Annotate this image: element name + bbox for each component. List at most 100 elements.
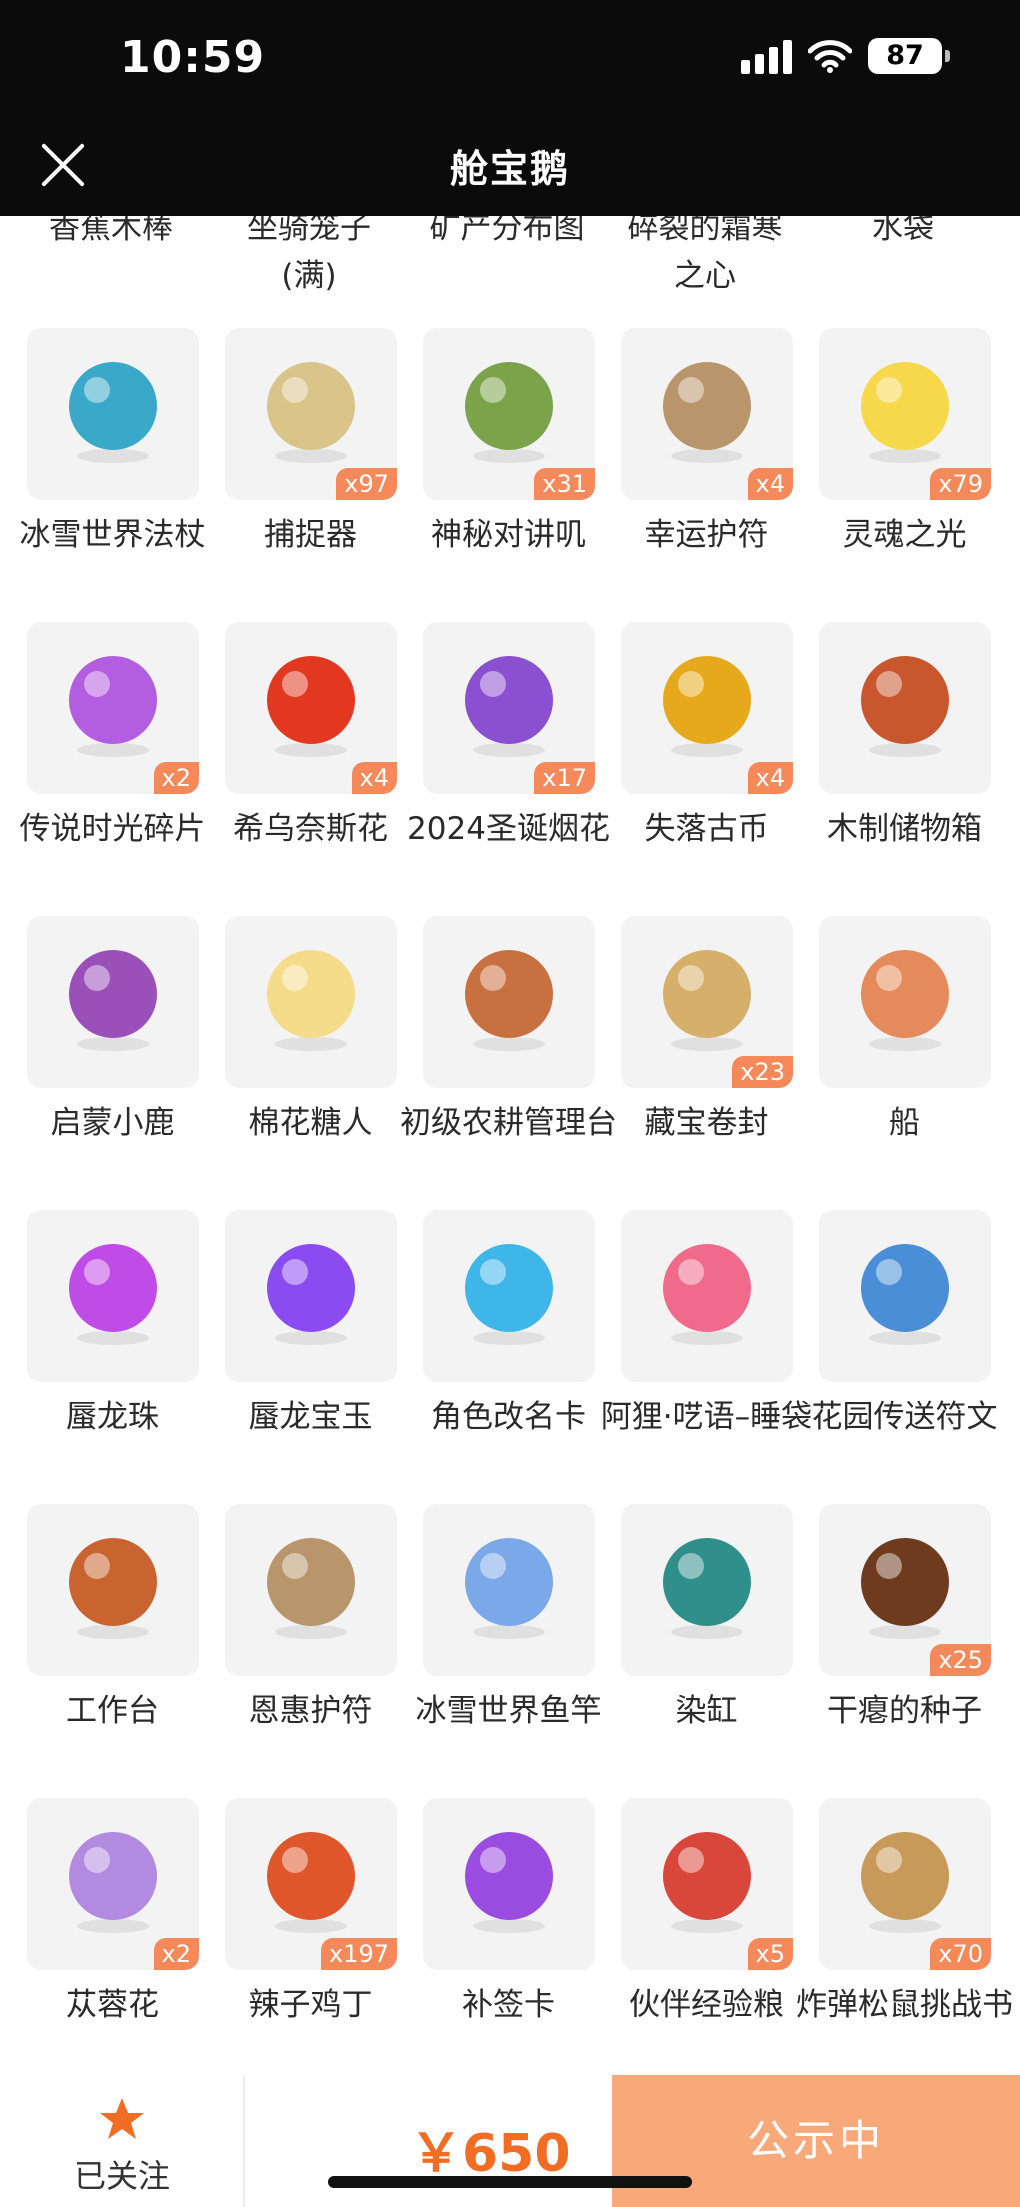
item-thumbnail[interactable]: x70 <box>819 1798 991 1970</box>
follow-button[interactable]: 已关注 <box>0 2075 244 2207</box>
quantity-badge: x17 <box>534 762 595 794</box>
home-indicator <box>328 2176 692 2188</box>
cellular-signal-icon <box>741 38 792 74</box>
page-title: 舱宝鹅 <box>449 147 570 191</box>
item-thumbnail[interactable] <box>819 622 991 794</box>
wanted-poster-icon <box>861 1832 949 1933</box>
item-thumbnail[interactable] <box>423 1210 595 1382</box>
stone-amulet-icon <box>663 362 751 463</box>
status-indicators: 87 <box>741 38 950 74</box>
item-name: 蜃龙宝玉 <box>248 1399 373 1435</box>
item-thumbnail[interactable]: x4 <box>621 328 793 500</box>
item-thumbnail[interactable]: x79 <box>819 328 991 500</box>
item-name: 工作台 <box>66 1693 159 1729</box>
item-name: 灵魂之光 <box>842 517 967 553</box>
star-icon <box>100 2098 144 2139</box>
dried-seed-icon <box>861 1538 949 1639</box>
spicy-chicken-dish-icon <box>267 1832 355 1933</box>
item-thumbnail[interactable] <box>225 1210 397 1382</box>
item-name: 冰雪世界鱼竿 <box>415 1693 602 1729</box>
battery-indicator: 87 <box>868 38 950 74</box>
quantity-badge: x97 <box>336 468 397 500</box>
item-name: 启蒙小鹿 <box>50 1105 175 1141</box>
item-thumbnail[interactable]: x2 <box>27 622 199 794</box>
item-thumbnail[interactable]: x4 <box>225 622 397 794</box>
item-name: 辣子鸡丁 <box>248 1987 373 2023</box>
quantity-badge: x2 <box>153 762 199 794</box>
item-name: 炸弹松鼠挑战书 <box>796 1987 1013 2023</box>
quantity-badge: x25 <box>930 1644 991 1676</box>
puzzle-shard-icon <box>69 656 157 757</box>
item-name: 捕捉器 <box>264 517 357 553</box>
item-thumbnail[interactable] <box>225 1504 397 1676</box>
item-name: 补签卡 <box>462 1987 555 2023</box>
item-name: 船 <box>889 1105 920 1141</box>
item-thumbnail[interactable] <box>819 916 991 1088</box>
treasure-scroll-icon <box>663 950 751 1051</box>
price: ￥650 <box>410 2124 571 2184</box>
item-thumbnail[interactable] <box>423 1504 595 1676</box>
blue-crystal-icon <box>861 1244 949 1345</box>
item-name: 失落古币 <box>644 811 769 847</box>
fireworks-icon <box>465 656 553 757</box>
ice-staff-icon <box>69 362 157 463</box>
item-thumbnail[interactable] <box>27 1210 199 1382</box>
quantity-badge: x5 <box>747 1938 793 1970</box>
item-thumbnail[interactable]: x4 <box>621 622 793 794</box>
item-thumbnail[interactable] <box>621 1210 793 1382</box>
thorn-crown-icon <box>267 362 355 463</box>
divider <box>243 2075 245 2207</box>
item-name: 角色改名卡 <box>431 1399 586 1435</box>
item-name: 传说时光碎片 <box>19 811 206 847</box>
marshmallow-creature-icon <box>267 950 355 1051</box>
soul-light-icon <box>861 362 949 463</box>
quantity-badge: x4 <box>351 762 397 794</box>
item-thumbnail[interactable]: x2 <box>27 1798 199 1970</box>
red-flower-icon <box>267 656 355 757</box>
quantity-badge: x31 <box>534 468 595 500</box>
item-name: 染缸 <box>675 1693 738 1729</box>
item-thumbnail[interactable]: x25 <box>819 1504 991 1676</box>
item-name: 阿狸·呓语–睡袋 <box>600 1399 813 1435</box>
item-thumbnail[interactable] <box>225 916 397 1088</box>
wifi-icon <box>808 39 852 73</box>
cistanche-flower-icon <box>69 1832 157 1933</box>
item-thumbnail[interactable]: x23 <box>621 916 793 1088</box>
status-time: 10:59 <box>120 32 266 83</box>
dye-vat-icon <box>663 1538 751 1639</box>
item-thumbnail[interactable] <box>27 916 199 1088</box>
partial-item-name: 坐骑笼子 (满) <box>247 210 371 294</box>
item-thumbnail[interactable]: x17 <box>423 622 595 794</box>
item-name: 木制储物箱 <box>827 811 982 847</box>
item-name: 神秘对讲叽 <box>431 517 586 553</box>
item-name: 伙伴经验粮 <box>629 1987 784 2023</box>
quantity-badge: x23 <box>732 1056 793 1088</box>
white-deer-icon <box>69 950 157 1051</box>
food-bag-icon <box>663 1832 751 1933</box>
quantity-badge: x79 <box>930 468 991 500</box>
item-name: 恩惠护符 <box>248 1693 373 1729</box>
item-thumbnail[interactable] <box>27 1504 199 1676</box>
item-thumbnail[interactable]: x197 <box>225 1798 397 1970</box>
item-thumbnail[interactable] <box>819 1210 991 1382</box>
item-thumbnail[interactable]: x5 <box>621 1798 793 1970</box>
item-name: 干瘪的种子 <box>827 1693 982 1729</box>
item-thumbnail[interactable] <box>423 916 595 1088</box>
purple-orb-icon <box>69 1244 157 1345</box>
farm-console-icon <box>465 950 553 1051</box>
item-thumbnail[interactable] <box>27 328 199 500</box>
item-name: 蜃龙珠 <box>66 1399 159 1435</box>
boat-icon <box>861 950 949 1051</box>
top-bar: 10:59 87 舱宝鹅 <box>0 0 1020 216</box>
item-thumbnail[interactable]: x97 <box>225 328 397 500</box>
wooden-crate-icon <box>861 656 949 757</box>
item-name: 苁蓉花 <box>66 1987 159 2023</box>
quantity-badge: x70 <box>930 1938 991 1970</box>
quantity-badge: x4 <box>747 468 793 500</box>
quantity-badge: x197 <box>320 1938 397 1970</box>
item-thumbnail[interactable] <box>423 1798 595 1970</box>
ticket-card-icon <box>465 1832 553 1933</box>
walkie-talkie-bird-icon <box>465 362 553 463</box>
item-thumbnail[interactable]: x31 <box>423 328 595 500</box>
item-thumbnail[interactable] <box>621 1504 793 1676</box>
